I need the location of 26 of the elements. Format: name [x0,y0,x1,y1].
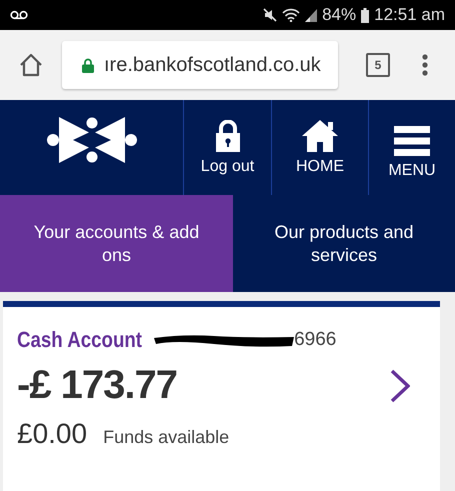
more-options-icon[interactable] [422,54,428,76]
mute-icon [263,8,278,22]
funds-amount: £0.00 [17,418,88,450]
funds-label: Funds available [103,427,230,448]
tab-count-button[interactable]: 5 [366,53,390,77]
home-icon[interactable] [18,53,44,77]
battery-icon [361,8,370,22]
account-card[interactable]: Cash Account 6966 -£ 173.77 £0.00 Funds available [3,301,440,491]
lock-icon [82,58,94,72]
menu-button[interactable]: MENU [368,100,455,195]
account-name[interactable]: Cash Account [17,327,142,353]
battery-percentage: 84% [322,5,356,25]
voicemail-icon [10,10,28,20]
account-balance: -£ 173.77 [17,363,178,408]
account-number: 6966 [294,329,336,351]
house-icon [302,120,338,152]
logo-icon[interactable] [46,117,136,163]
wifi-icon [282,8,300,22]
chevron-right-icon[interactable] [390,368,410,402]
padlock-icon [216,120,240,152]
signal-icon [305,8,318,22]
section-tab[interactable]: Our products and services [233,195,455,292]
clock-time: 12:51 am [374,5,445,25]
address-bar[interactable]: ıre.bankofscotland.co.uk [62,41,338,89]
menu-icon [394,126,430,156]
section-tab[interactable]: Your accounts & add ons [0,195,233,292]
